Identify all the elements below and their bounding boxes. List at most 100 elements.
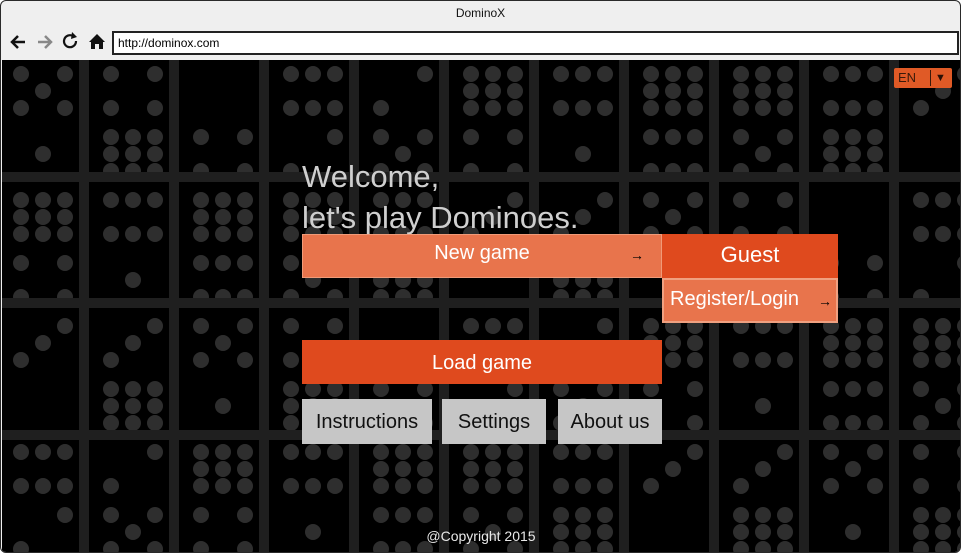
domino-pip [845, 100, 861, 116]
domino-pip [237, 192, 253, 208]
domino-pip [103, 192, 119, 208]
domino-pip [733, 129, 749, 145]
domino-pip [823, 478, 839, 494]
about-us-button[interactable]: About us [558, 399, 662, 444]
domino-pip [283, 352, 299, 368]
domino-pip [193, 478, 209, 494]
domino-pip [687, 381, 703, 397]
domino-pip [507, 478, 523, 494]
domino-pip [103, 478, 119, 494]
domino-pip [755, 461, 771, 477]
about-us-label: About us [570, 411, 650, 433]
domino-pip [485, 444, 501, 460]
domino-pip [147, 381, 163, 397]
domino-pip [13, 100, 29, 116]
domino-pip [283, 192, 299, 208]
domino-pip [463, 461, 479, 477]
domino-pip [283, 415, 299, 431]
domino-pip [913, 478, 929, 494]
domino-pip [215, 398, 231, 414]
settings-button[interactable]: Settings [442, 399, 546, 444]
domino-pip [913, 444, 929, 460]
domino-pip [957, 256, 960, 270]
domino-pip [733, 478, 749, 494]
domino-pip [215, 192, 231, 208]
domino-pip [193, 255, 209, 271]
domino-pip [687, 100, 703, 116]
domino-pip [867, 444, 883, 460]
reload-button[interactable] [61, 31, 81, 53]
domino-pip [845, 146, 861, 162]
domino-pip [125, 129, 141, 145]
domino-pip [463, 507, 479, 523]
domino-pip [125, 335, 141, 351]
domino-pip [125, 381, 141, 397]
language-label: EN [898, 70, 917, 85]
domino-pip [823, 129, 839, 145]
domino-pip [597, 66, 613, 82]
domino-pip [103, 352, 119, 368]
new-game-button[interactable]: New game → [302, 234, 662, 278]
domino-pip [57, 100, 73, 116]
domino-pip [507, 444, 523, 460]
domino-pip [463, 83, 479, 99]
domino-pip [57, 444, 73, 460]
chevron-down-icon: ▼ [935, 72, 946, 84]
domino-pip [237, 209, 253, 225]
domino-pip [665, 66, 681, 82]
domino-pip [687, 66, 703, 82]
domino-pip [845, 129, 861, 145]
domino-pip [597, 192, 613, 208]
domino-pip [215, 209, 231, 225]
forward-button[interactable] [35, 31, 55, 53]
domino-pip [417, 66, 433, 82]
domino-pip [485, 478, 501, 494]
url-input[interactable]: http://dominox.com [112, 31, 959, 55]
domino-pip [125, 272, 141, 288]
domino-pip [327, 444, 343, 460]
domino-pip [103, 129, 119, 145]
domino-pip [733, 352, 749, 368]
domino-pip [147, 66, 163, 82]
domino-pip [867, 381, 883, 397]
domino-pip [103, 398, 119, 414]
domino-pip [57, 507, 73, 523]
domino-pip [823, 100, 839, 116]
domino-pip [125, 192, 141, 208]
domino-pip [485, 461, 501, 477]
domino-pip [485, 318, 501, 334]
back-button[interactable] [8, 31, 28, 53]
domino-pip [305, 478, 321, 494]
guest-button[interactable]: Guest [662, 234, 838, 278]
instructions-button[interactable]: Instructions [302, 399, 432, 444]
domino-pip [957, 319, 960, 333]
domino-pip [283, 444, 299, 460]
domino-pip [13, 66, 29, 82]
load-game-button[interactable]: Load game [302, 340, 662, 384]
domino-pip [957, 445, 960, 459]
domino-pip [823, 352, 839, 368]
browser-window: DominoX http://dominox.com EN ▼ Welcome,… [0, 0, 961, 553]
domino-pip [237, 129, 253, 145]
domino-pip [913, 226, 929, 242]
domino-pip [575, 100, 591, 116]
domino-pip [823, 444, 839, 460]
register-login-button[interactable]: Register/Login → [662, 278, 838, 323]
domino-pip [283, 226, 299, 242]
domino-pip [373, 461, 389, 477]
domino-pip [845, 318, 861, 334]
domino-pip [395, 478, 411, 494]
domino-pip [193, 226, 209, 242]
domino-pip [687, 352, 703, 368]
domino-pip [507, 461, 523, 477]
register-login-label: Register/Login [670, 288, 799, 310]
domino-pip [935, 318, 951, 334]
domino-pip [777, 129, 793, 145]
domino-pip [147, 129, 163, 145]
domino-pip [57, 318, 73, 334]
domino-pip [867, 318, 883, 334]
home-button[interactable] [87, 31, 107, 53]
domino-pip [417, 478, 433, 494]
language-select[interactable]: EN ▼ [894, 68, 952, 88]
domino-pip [867, 66, 883, 82]
